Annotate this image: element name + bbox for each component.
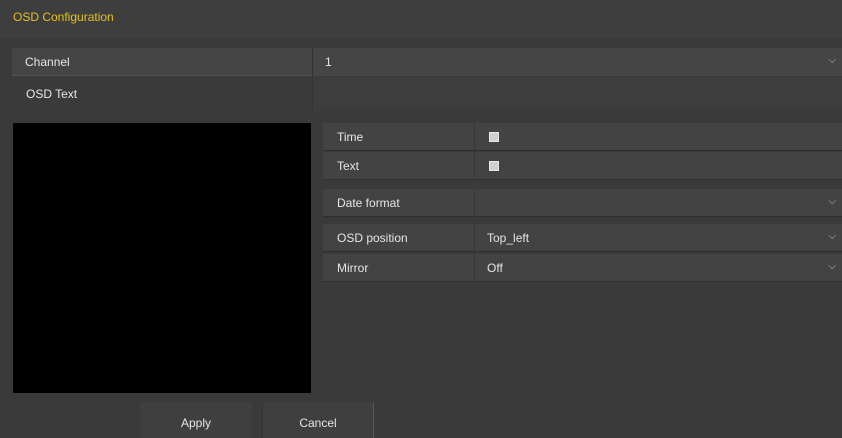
chevron-down-icon: ⌵: [828, 231, 836, 242]
date-format-label: Date format: [337, 196, 400, 210]
osd-text-label: OSD Text: [26, 87, 78, 101]
text-checkbox[interactable]: [489, 161, 499, 171]
channel-select[interactable]: 1 ⌵: [312, 48, 842, 76]
time-checkbox[interactable]: [489, 132, 499, 142]
osd-text-label-cell: OSD Text: [12, 78, 312, 110]
divider: [474, 152, 475, 180]
chevron-down-icon: ⌵: [828, 196, 836, 207]
video-preview: [13, 123, 311, 393]
divider: [474, 224, 475, 252]
title-bar: OSD Configuration: [0, 0, 842, 38]
osd-position-row[interactable]: OSD position Top_left ⌵: [323, 224, 842, 252]
time-row: Time: [323, 123, 842, 151]
apply-button[interactable]: Apply: [140, 402, 252, 438]
osd-position-label: OSD position: [337, 231, 408, 245]
cancel-button[interactable]: Cancel: [262, 402, 374, 438]
time-label: Time: [337, 130, 364, 144]
date-format-row[interactable]: Date format ⌵: [323, 189, 842, 217]
osd-text-input[interactable]: [312, 78, 842, 110]
channel-label-cell: Channel: [12, 48, 312, 76]
mirror-row[interactable]: Mirror Off ⌵: [323, 254, 842, 282]
page-title: OSD Configuration: [13, 10, 114, 24]
osd-settings-panel: Time Text Date format ⌵ OSD position Top…: [323, 123, 842, 393]
channel-label: Channel: [25, 55, 70, 69]
cancel-label: Cancel: [299, 416, 337, 430]
divider: [474, 189, 475, 217]
divider: [474, 254, 475, 282]
osd-position-value: Top_left: [487, 231, 530, 245]
mirror-value: Off: [487, 261, 503, 275]
divider: [474, 123, 475, 151]
button-bar: [0, 402, 842, 438]
mirror-label: Mirror: [337, 261, 369, 275]
channel-value: 1: [325, 55, 332, 69]
chevron-down-icon: ⌵: [828, 261, 836, 272]
text-label: Text: [337, 159, 360, 173]
text-row: Text: [323, 152, 842, 180]
apply-label: Apply: [180, 416, 212, 430]
chevron-down-icon: ⌵: [828, 55, 836, 66]
